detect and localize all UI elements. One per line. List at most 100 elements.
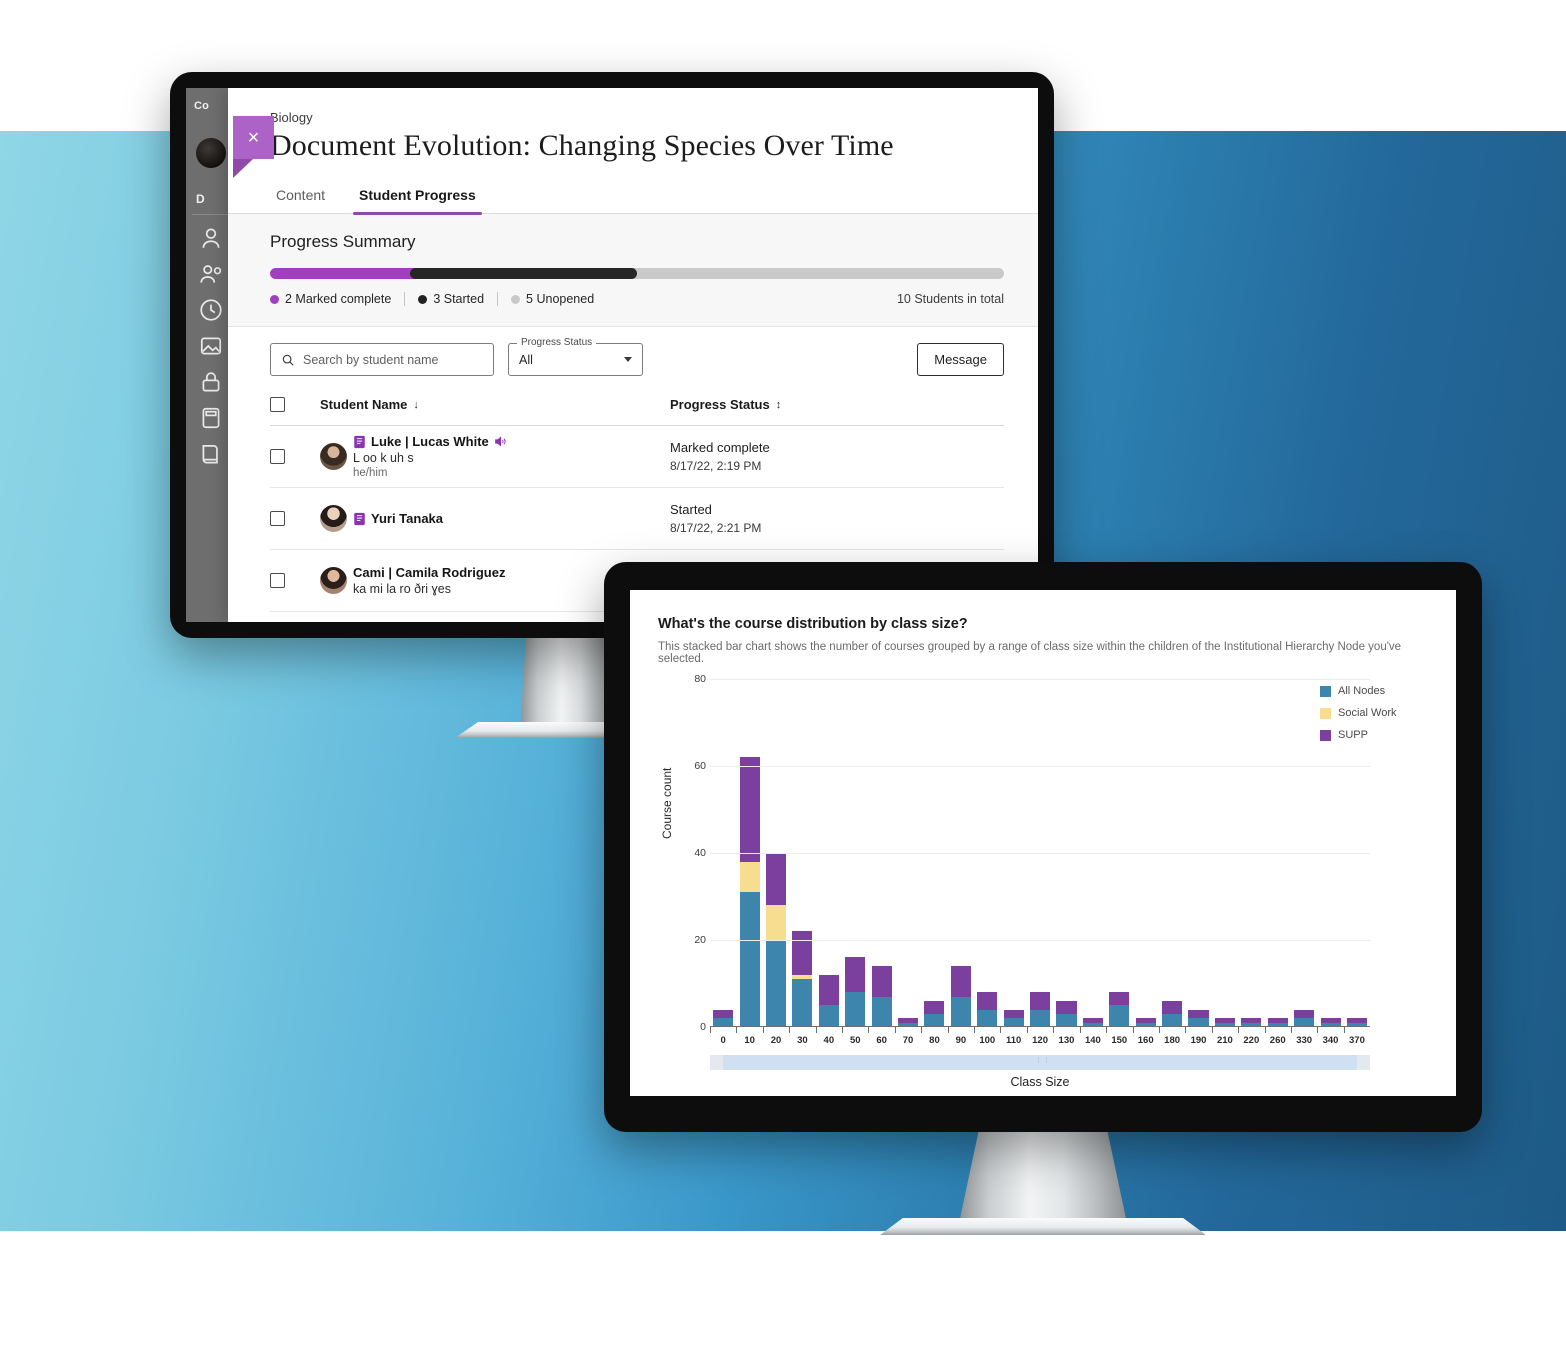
name-recording-icon: [353, 512, 366, 526]
bar-segment-supp[interactable]: [1109, 992, 1130, 1006]
bar-segment-all-nodes[interactable]: [765, 940, 787, 1027]
dot-started-icon: [418, 294, 428, 304]
legend-item[interactable]: SUPP: [1320, 729, 1428, 741]
people-group-icon[interactable]: [198, 261, 224, 287]
bar-segment-supp[interactable]: [871, 966, 892, 997]
bar-segment-supp[interactable]: [924, 1000, 945, 1014]
x-axis-line: [710, 1026, 1370, 1027]
book-icon[interactable]: [198, 441, 224, 467]
legend-label: SUPP: [1338, 729, 1368, 741]
select-all-checkbox-cell: [270, 397, 320, 412]
table-row[interactable]: Yuri Tanaka Started 8/17/22, 2:21 PM: [270, 488, 1004, 550]
table-row[interactable]: Luke | Lucas White L oo k uh s he/him Ma…: [270, 426, 1004, 488]
bar-segment-supp[interactable]: [950, 966, 971, 997]
x-axis-tick: 140: [1084, 1035, 1101, 1046]
student-name: Yuri Tanaka: [371, 511, 444, 526]
bar-segment-all-nodes[interactable]: [739, 892, 760, 1027]
tab-student-progress[interactable]: Student Progress: [353, 181, 482, 215]
scroll-left-button[interactable]: [710, 1055, 723, 1070]
bar-segment-supp[interactable]: [977, 992, 998, 1010]
lock-icon[interactable]: [198, 369, 224, 395]
image-icon[interactable]: [198, 333, 224, 359]
avatar: [320, 505, 347, 532]
bar-segment-all-nodes[interactable]: [1030, 1009, 1051, 1027]
legend-swatch-icon: [1320, 729, 1331, 741]
chart-legend: All Nodes Social Work SUPP: [1320, 685, 1428, 741]
column-progress-status[interactable]: Progress Status ↕: [670, 397, 1004, 412]
speaker-icon[interactable]: [494, 435, 507, 448]
progress-segment-complete: [270, 268, 417, 279]
bar-segment-supp[interactable]: [765, 853, 787, 906]
row-checkbox[interactable]: [270, 573, 285, 588]
breadcrumb[interactable]: Biology: [270, 110, 1004, 125]
status-text: Started: [670, 502, 712, 517]
x-axis-tick: 160: [1137, 1035, 1154, 1046]
bar-segment-all-nodes[interactable]: [1109, 1005, 1130, 1027]
student-progress-modal: × Biology Document Evolution: Changing S…: [228, 88, 1038, 622]
gridline: [710, 853, 1370, 854]
bar-segment-supp[interactable]: [818, 974, 839, 1006]
calculator-icon[interactable]: [198, 405, 224, 431]
progress-status-select[interactable]: Progress Status All: [508, 337, 643, 376]
x-axis-tick: 220: [1243, 1035, 1260, 1046]
row-checkbox[interactable]: [270, 449, 285, 464]
bar-segment-supp[interactable]: [1188, 1009, 1209, 1019]
bar-segment-supp[interactable]: [845, 957, 866, 993]
bar-segment-all-nodes[interactable]: [950, 996, 971, 1027]
x-axis-tick: 120: [1032, 1035, 1048, 1046]
legend-started: 3 Started: [405, 292, 497, 306]
bar-segment-all-nodes[interactable]: [977, 1009, 998, 1027]
bar-segment-supp[interactable]: [1003, 1009, 1024, 1019]
search-icon: [281, 353, 295, 367]
x-axis-tick: 70: [902, 1035, 914, 1046]
row-checkbox[interactable]: [270, 511, 285, 526]
close-icon[interactable]: ×: [233, 116, 274, 159]
bar-segment-supp[interactable]: [1162, 1000, 1183, 1014]
clock-icon[interactable]: [198, 297, 224, 323]
bar-segment-supp[interactable]: [1294, 1009, 1315, 1019]
x-axis-tick: 130: [1058, 1035, 1075, 1046]
bar-segment-supp[interactable]: [792, 931, 813, 975]
bar-segment-supp[interactable]: [713, 1009, 734, 1019]
x-axis-tickmark: [974, 1027, 976, 1033]
legend-item[interactable]: Social Work: [1320, 707, 1428, 719]
dot-unopened-icon: [511, 294, 521, 304]
status-timestamp: 8/17/22, 2:19 PM: [670, 459, 762, 473]
bar-segment-social-work[interactable]: [739, 861, 760, 893]
chart-horizontal-scrollbar[interactable]: ⋮⋮: [710, 1055, 1370, 1070]
bar-segment-all-nodes[interactable]: [818, 1005, 839, 1027]
sort-down-icon: ↓: [413, 398, 419, 411]
bar-segment-supp[interactable]: [739, 757, 760, 862]
row-checkbox-cell: [270, 573, 320, 588]
legend-marked-complete: 2 Marked complete: [270, 292, 404, 306]
search-placeholder: Search by student name: [303, 352, 439, 367]
legend-started-label: 3 Started: [433, 292, 485, 306]
person-icon[interactable]: [198, 225, 224, 251]
bar-segment-social-work[interactable]: [765, 905, 787, 940]
x-axis-tick: 50: [849, 1035, 861, 1046]
legend-item[interactable]: All Nodes: [1320, 685, 1428, 697]
message-button[interactable]: Message: [917, 343, 1004, 376]
bar-segment-all-nodes[interactable]: [845, 992, 866, 1027]
scroll-right-button[interactable]: [1357, 1055, 1370, 1070]
bar-segment-all-nodes[interactable]: [871, 996, 892, 1027]
x-axis-tick: 210: [1216, 1035, 1233, 1046]
search-input[interactable]: Search by student name: [270, 343, 494, 376]
sidebar-user-avatar[interactable]: [196, 138, 226, 168]
legend-label: All Nodes: [1338, 685, 1386, 697]
x-axis-tick: 80: [929, 1035, 940, 1046]
student-name-cell: Yuri Tanaka: [320, 505, 670, 532]
bar-segment-all-nodes[interactable]: [792, 979, 813, 1027]
x-axis-tick-labels: 0 10 20 30 40 50 60 70 80 90 100 110 120 130 140 150 160…: [710, 1035, 1370, 1046]
x-axis-tickmark: [762, 1027, 764, 1033]
page-title: Document Evolution: Changing Species Ove…: [270, 129, 894, 162]
bar-segment-supp[interactable]: [1030, 992, 1051, 1010]
select-all-checkbox[interactable]: [270, 397, 285, 412]
x-axis-tick: 100: [979, 1035, 996, 1046]
scrollbar-thumb[interactable]: ⋮⋮: [723, 1055, 1357, 1070]
bar-segment-supp[interactable]: [1056, 1000, 1077, 1014]
legend-unopened: 5 Unopened: [498, 292, 607, 306]
legend-unopened-label: 5 Unopened: [526, 292, 595, 306]
column-student-name[interactable]: Student Name ↓: [320, 397, 670, 412]
tab-content[interactable]: Content: [270, 181, 331, 213]
